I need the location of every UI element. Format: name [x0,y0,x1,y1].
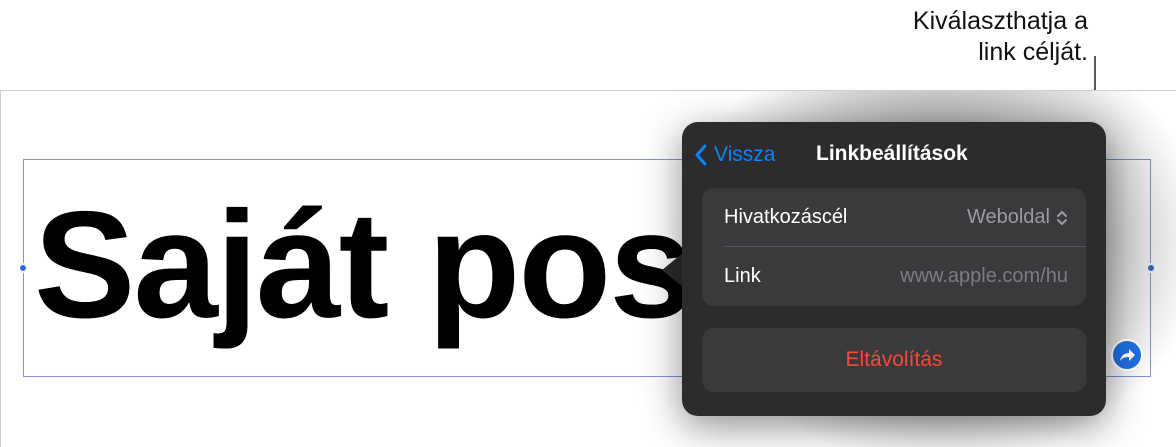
popover-title: Linkbeállítások [816,142,968,165]
link-target-label: Hivatkozáscél [724,206,848,228]
chevron-up-down-icon [1057,210,1067,225]
link-url-field[interactable]: www.apple.com/hu [900,265,1068,288]
link-badge-button[interactable] [1111,339,1143,371]
settings-group: Hivatkozáscél Weboldal Link www.apple.co… [702,188,1086,306]
back-button[interactable]: Vissza [694,140,775,170]
resize-handle-right[interactable] [1146,263,1156,273]
link-target-selector[interactable]: Weboldal [967,206,1068,229]
link-settings-popover: Vissza Linkbeállítások Hivatkozáscél Web… [682,122,1106,416]
popover-arrow [662,252,684,288]
chevron-left-icon [695,144,707,166]
popover-header: Vissza Linkbeállítások [682,122,1106,188]
screen: Kiválaszthatja a link célját. Saját posz… [0,0,1176,447]
callout-annotation: Kiválaszthatja a link célját. [828,6,1088,68]
link-target-row[interactable]: Hivatkozáscél Weboldal [702,188,1086,247]
arrow-link-icon [1120,349,1135,361]
resize-handle-left[interactable] [18,263,28,273]
back-button-label: Vissza [714,143,776,166]
callout-line-1: Kiválaszthatja a [912,7,1088,35]
remove-link-button[interactable]: Eltávolítás [702,328,1086,392]
callout-line-2: link célját. [978,38,1088,66]
link-row[interactable]: Link www.apple.com/hu [702,247,1086,306]
link-label: Link [724,265,761,287]
link-target-value: Weboldal [966,206,1050,228]
